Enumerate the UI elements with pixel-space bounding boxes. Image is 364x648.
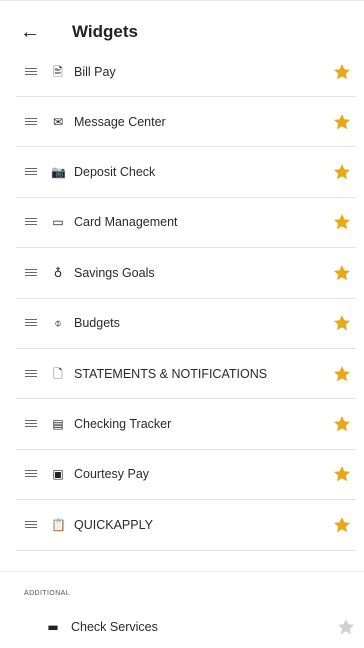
- favorite-star-icon[interactable]: [332, 112, 352, 132]
- favorite-star-icon[interactable]: [332, 515, 352, 535]
- widget-label: Card Management: [74, 215, 178, 230]
- widget-row-checking-tracker[interactable]: ▤ Checking Tracker: [16, 399, 356, 450]
- widget-row-savings-goals[interactable]: ♁ Savings Goals: [16, 248, 356, 299]
- back-arrow-icon[interactable]: ←: [20, 21, 42, 43]
- favorite-star-icon[interactable]: [336, 617, 356, 637]
- widget-label: Budgets: [74, 316, 120, 331]
- drag-handle-icon[interactable]: [25, 470, 37, 478]
- widget-row-deposit-check[interactable]: 📷 Deposit Check: [16, 147, 356, 198]
- favorite-star-icon[interactable]: [332, 414, 352, 434]
- widget-label: Savings Goals: [74, 265, 155, 280]
- envelope-icon: ✉: [52, 114, 64, 129]
- favorite-star-icon[interactable]: [332, 162, 352, 182]
- drag-handle-icon[interactable]: [25, 319, 37, 327]
- clipboard-icon: 📋: [51, 517, 66, 532]
- drag-handle-icon[interactable]: [25, 268, 37, 277]
- drag-handle-icon[interactable]: [25, 369, 37, 378]
- page-title: Widgets: [72, 22, 138, 41]
- drag-handle-icon[interactable]: [25, 520, 37, 529]
- favorite-star-icon[interactable]: [332, 364, 352, 384]
- credit-card-icon: ▭: [52, 215, 64, 230]
- favorite-star-icon[interactable]: [332, 62, 352, 82]
- camera-icon: 📷: [51, 165, 66, 180]
- additional-section-label: ADDITIONAL: [24, 590, 71, 597]
- tracker-icon: ▤: [52, 417, 64, 432]
- widget-row-courtesy-pay[interactable]: ▣ Courtesy Pay: [16, 450, 356, 501]
- drag-handle-icon[interactable]: [25, 218, 37, 226]
- widget-label: STATEMENTS & NOTIFICATIONS: [74, 366, 268, 381]
- section-divider: [0, 571, 364, 585]
- drag-handle-icon[interactable]: [25, 117, 37, 126]
- favorite-star-icon[interactable]: [332, 212, 352, 232]
- money-icon: ▣: [52, 467, 64, 482]
- favorite-star-icon[interactable]: [332, 464, 352, 484]
- widget-label: Deposit Check: [74, 165, 156, 180]
- bill-pay-icon: 🖹: [53, 64, 63, 79]
- drag-handle-icon[interactable]: [25, 420, 37, 428]
- widget-label: QUICKAPPLY: [74, 517, 153, 532]
- additional-row-check-services[interactable]: ▬ Check Services: [16, 607, 356, 647]
- document-icon: 🗋: [53, 366, 63, 381]
- widget-list: 🖹 Bill Pay ✉ Message Center 📷 Deposit Ch…: [0, 47, 364, 551]
- drag-handle-icon[interactable]: [25, 168, 37, 176]
- check-icon: ▬: [47, 620, 59, 634]
- widget-label: Courtesy Pay: [74, 467, 150, 482]
- widget-label: Message Center: [74, 114, 166, 129]
- widget-label: Checking Tracker: [74, 417, 172, 432]
- budget-icon: ⌽: [54, 316, 62, 331]
- widget-row-budgets[interactable]: ⌽ Budgets: [16, 299, 356, 349]
- piggy-bank-icon: ♁: [53, 265, 63, 280]
- drag-handle-icon[interactable]: [25, 67, 37, 76]
- widget-label: Bill Pay: [74, 64, 116, 79]
- widget-row-bill-pay[interactable]: 🖹 Bill Pay: [16, 47, 356, 97]
- widget-label: Check Services: [71, 620, 158, 634]
- favorite-star-icon[interactable]: [332, 313, 352, 333]
- widget-row-card-management[interactable]: ▭ Card Management: [16, 198, 356, 249]
- widget-row-quickapply[interactable]: 📋 QUICKAPPLY: [16, 500, 356, 551]
- widget-row-statements[interactable]: 🗋 STATEMENTS & NOTIFICATIONS: [16, 349, 356, 400]
- widget-row-message-center[interactable]: ✉ Message Center: [16, 97, 356, 148]
- favorite-star-icon[interactable]: [332, 263, 352, 283]
